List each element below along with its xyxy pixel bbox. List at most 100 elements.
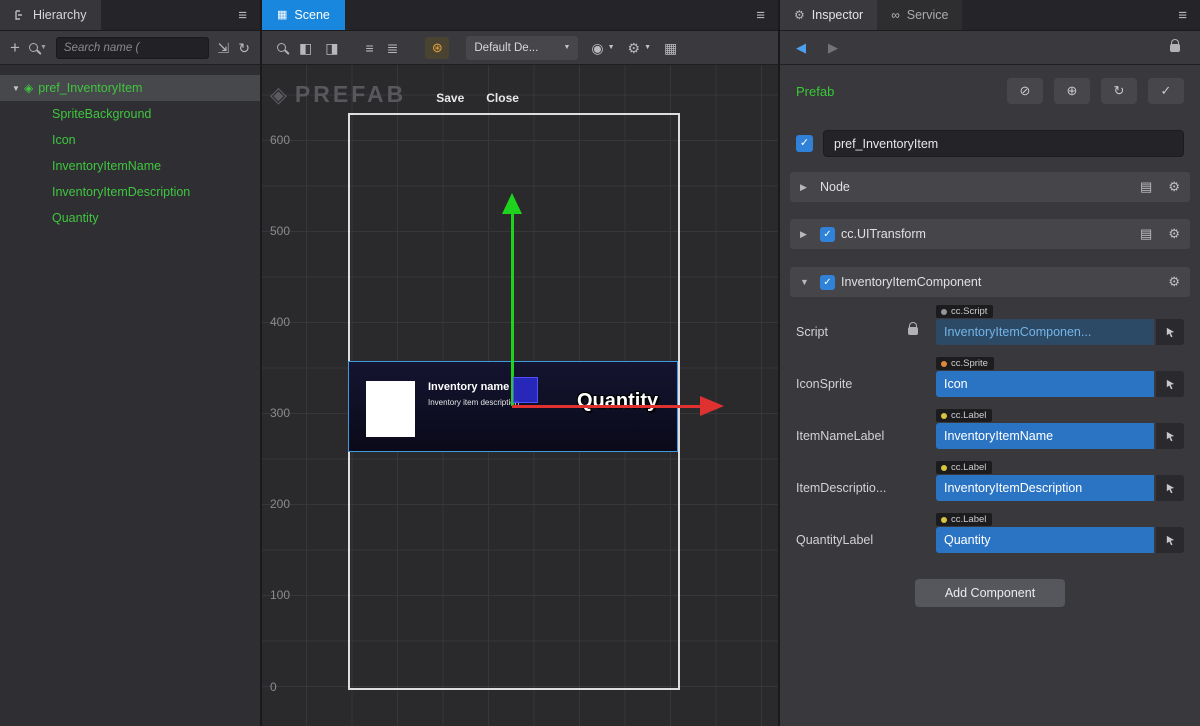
create-node-button[interactable]: + [10, 39, 20, 56]
section-label: cc.UITransform [841, 227, 926, 241]
component-type-tag: cc.Script [936, 305, 993, 318]
label-reference-field[interactable]: Quantity [936, 527, 1154, 553]
paste-values-icon[interactable]: ▤ [1140, 226, 1152, 242]
service-tab-label: Service [907, 8, 949, 22]
scene-menu-icon[interactable]: ≡ [743, 7, 778, 24]
inspector-menu-icon[interactable]: ≡ [1165, 7, 1200, 24]
picker-cursor-icon [1165, 535, 1176, 546]
property-label: Script [796, 325, 908, 345]
ruler-label: 300 [270, 406, 290, 420]
gear-icon[interactable]: ⚙ [1168, 226, 1180, 242]
tree-node[interactable]: Icon [0, 127, 260, 153]
tree-node[interactable]: InventoryItemDescription [0, 179, 260, 205]
component-enabled-checkbox[interactable]: ✓ [820, 275, 835, 290]
tree-node-root[interactable]: ▼ ◈ pref_InventoryItem [0, 75, 260, 101]
tree-node-label: InventoryItemDescription [52, 185, 190, 199]
apply-prefab-button[interactable]: ✓ [1148, 78, 1184, 104]
search-input[interactable] [56, 37, 209, 59]
gizmo-x-arrow-icon[interactable] [700, 396, 724, 416]
chevron-down-icon: ▼ [40, 44, 47, 51]
sprite-reference-field[interactable]: Icon [936, 371, 1154, 397]
gizmo-y-arrow-icon[interactable] [502, 193, 522, 214]
node-active-checkbox[interactable]: ✓ [796, 135, 813, 152]
picker-cursor-icon [1165, 327, 1176, 338]
gizmo-plane-handle[interactable] [513, 377, 538, 403]
hierarchy-menu-icon[interactable]: ≡ [225, 7, 260, 24]
tree-node[interactable]: SpriteBackground [0, 101, 260, 127]
paste-in-place-icon[interactable]: ◧ [299, 41, 312, 55]
add-component-button[interactable]: Add Component [915, 579, 1065, 607]
history-forward-icon[interactable]: ▶ [828, 40, 838, 56]
script-reference-field[interactable]: InventoryItemComponen... [936, 319, 1154, 345]
tab-hierarchy[interactable]: Hierarchy [0, 0, 101, 30]
component-type-tag: cc.Sprite [936, 357, 994, 370]
node-picker-button[interactable] [1156, 527, 1184, 553]
property-row-quantitylabel: QuantityLabel cc.Label Quantity [796, 513, 1184, 553]
gizmo-x-axis[interactable] [512, 405, 700, 408]
collapse-caret-icon[interactable]: ▶ [800, 229, 814, 240]
script-type-dot-icon [941, 309, 947, 315]
prefab-close-button[interactable]: Close [486, 91, 519, 108]
collapse-caret-icon[interactable]: ▼ [800, 277, 814, 287]
scene-settings-dropdown[interactable]: ⚙ ▼ [628, 41, 652, 55]
tab-inspector[interactable]: ⚙ Inspector [780, 0, 877, 30]
collapse-caret-icon[interactable]: ▶ [800, 182, 814, 193]
picker-cursor-icon [1165, 483, 1176, 494]
prefab-label: Prefab [796, 84, 834, 99]
collapse-all-icon[interactable]: ⇲ [218, 41, 230, 55]
label-type-dot-icon [941, 413, 947, 419]
node-picker-button[interactable] [1156, 475, 1184, 501]
locate-prefab-asset-button[interactable]: ⊕ [1054, 78, 1090, 104]
component-enabled-checkbox[interactable]: ✓ [820, 227, 835, 242]
inspector-lock-icon[interactable] [1170, 44, 1180, 52]
inspector-tab-label: Inspector [812, 8, 863, 22]
align-top-icon[interactable]: ≡ [365, 41, 373, 55]
unlink-prefab-button[interactable]: ⊘ [1007, 78, 1043, 104]
camera-dropdown[interactable]: ◉ ▼ [591, 41, 614, 55]
refresh-icon[interactable]: ↻ [238, 41, 250, 55]
scene-viewport[interactable]: 600 500 400 300 200 100 0 ◈ PREFAB Save … [262, 65, 778, 726]
align-bottom-icon[interactable]: ≣ [387, 41, 399, 55]
display-mode-dropdown[interactable]: Default De... ▼ [466, 36, 578, 60]
tree-node[interactable]: InventoryItemName [0, 153, 260, 179]
script-lock-slot [908, 324, 936, 345]
tree-node[interactable]: Quantity [0, 205, 260, 231]
hierarchy-tabbar: Hierarchy ≡ [0, 0, 260, 31]
revert-icon: ↻ [1114, 83, 1125, 99]
prefab-cube-icon: ◈ [270, 82, 287, 108]
tab-service[interactable]: ∞ Service [877, 0, 962, 30]
history-back-icon[interactable]: ◀ [796, 40, 806, 56]
node-picker-button[interactable] [1156, 319, 1184, 345]
grid-view-icon[interactable]: ▦ [664, 41, 677, 55]
search-filter-button[interactable]: ▼ [29, 43, 47, 52]
node-picker-button[interactable] [1156, 423, 1184, 449]
zoom-icon[interactable] [277, 43, 286, 52]
inspector-navrow: ◀ ▶ [780, 31, 1200, 65]
component-type-tag: cc.Label [936, 513, 992, 526]
chevron-down-icon: ▼ [608, 44, 615, 51]
section-inventory-item-component[interactable]: ▼ ✓ InventoryItemComponent ⚙ [790, 267, 1190, 297]
section-uitransform[interactable]: ▶ ✓ cc.UITransform ▤ ⚙ [790, 219, 1190, 249]
paste-component-icon[interactable]: ◨ [325, 41, 338, 55]
node-name-input[interactable] [823, 130, 1184, 157]
label-reference-field[interactable]: InventoryItemDescription [936, 475, 1154, 501]
gear-icon[interactable]: ⚙ [1168, 274, 1180, 290]
revert-prefab-button[interactable]: ↻ [1101, 78, 1137, 104]
ruler-label: 400 [270, 315, 290, 329]
gizmo-light-toggle[interactable]: ⊛ [425, 37, 449, 59]
expand-caret-icon[interactable]: ▼ [8, 84, 24, 93]
locate-icon: ⊕ [1067, 83, 1078, 99]
paste-values-icon[interactable]: ▤ [1140, 179, 1152, 195]
inspector-tabbar: ⚙ Inspector ∞ Service ≡ [780, 0, 1200, 31]
display-mode-value: Default De... [474, 42, 538, 54]
gear-icon[interactable]: ⚙ [1168, 179, 1180, 195]
section-node[interactable]: ▶ Node ▤ ⚙ [790, 172, 1190, 202]
node-picker-button[interactable] [1156, 371, 1184, 397]
hierarchy-panel: Hierarchy ≡ + ▼ ⇲ ↻ ▼ ◈ pref_InventoryIt… [0, 0, 260, 726]
label-reference-field[interactable]: InventoryItemName [936, 423, 1154, 449]
property-row-itemnamelabel: ItemNameLabel cc.Label InventoryItemName [796, 409, 1184, 449]
prefab-save-button[interactable]: Save [436, 91, 464, 108]
item-quantity-text: Quantity [577, 390, 658, 413]
component-type-tag: cc.Label [936, 409, 992, 422]
tab-scene[interactable]: ▦ Scene [262, 0, 345, 30]
